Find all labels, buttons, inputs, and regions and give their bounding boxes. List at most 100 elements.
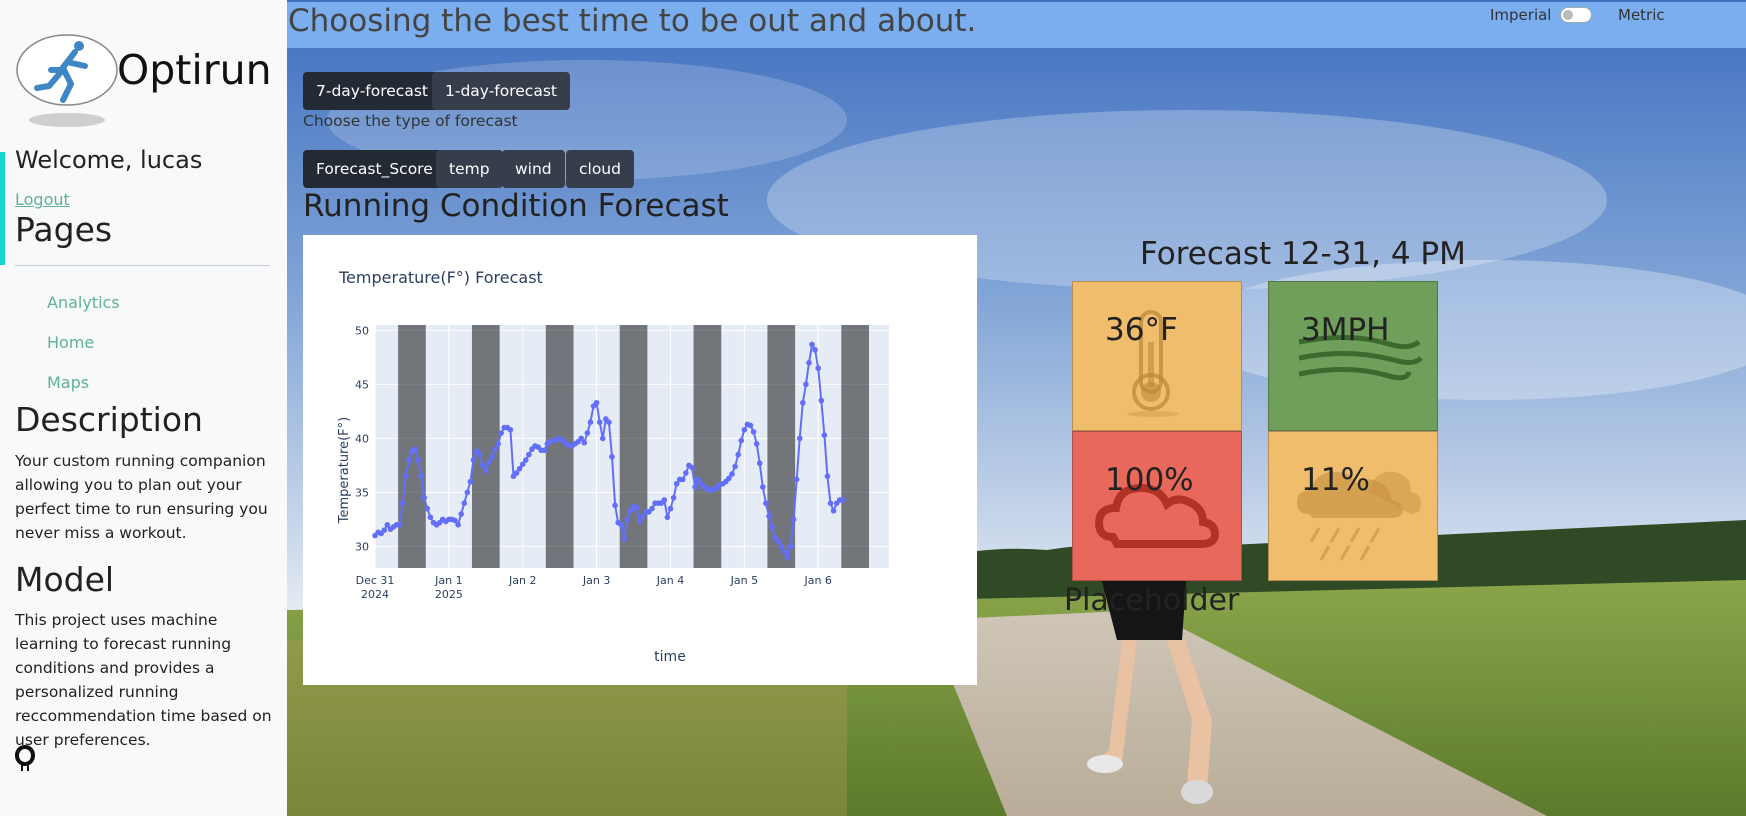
nav-item-maps[interactable]: Maps (47, 373, 89, 392)
sidebar: Optirun Welcome, lucas Logout Pages Anal… (0, 0, 288, 816)
data-point (806, 360, 812, 366)
data-point (489, 453, 495, 460)
data-point (661, 497, 668, 503)
units-toggle[interactable] (1560, 7, 1592, 23)
data-point (830, 507, 837, 514)
data-point (479, 462, 486, 469)
data-point (815, 365, 822, 371)
data-point (649, 505, 655, 512)
x-axis-label: time (654, 649, 686, 665)
logout-link[interactable]: Logout (15, 190, 70, 209)
data-point (840, 497, 846, 503)
data-point (467, 478, 474, 485)
data-point (507, 426, 514, 433)
data-point (818, 397, 825, 404)
data-point (753, 441, 760, 447)
app-title: Optirun (117, 46, 272, 94)
welcome-text: Welcome, lucas (15, 146, 203, 174)
data-point (418, 473, 424, 479)
data-point (689, 464, 695, 471)
data-point (747, 422, 754, 429)
one-day-forecast-button[interactable]: 1-day-forecast (432, 72, 570, 110)
data-point (763, 500, 769, 507)
night-band (693, 325, 722, 568)
y-axis-label: Temperature(F°) (337, 417, 352, 524)
data-point (402, 473, 409, 479)
runner-logo-icon (16, 34, 118, 127)
model-heading: Model (15, 560, 115, 599)
seven-day-forecast-button[interactable]: 7-day-forecast (303, 72, 441, 110)
x-tick-label: Jan 2 (508, 574, 536, 587)
temperature-tile: 36°F (1072, 281, 1242, 431)
placeholder-text: Placeholder (1064, 583, 1240, 618)
tab-forecast-score[interactable]: Forecast_Score (303, 150, 446, 188)
data-point (738, 437, 745, 444)
data-point (399, 500, 406, 507)
data-point (796, 435, 803, 442)
data-point (803, 381, 809, 388)
temperature-chart-card: Temperature(F°) Forecast 30 35 40 45 50 Dec 3… (303, 235, 977, 685)
data-point (584, 430, 591, 436)
temperature-chart[interactable]: 30 35 40 45 50 Dec 312024 Jan 12025 Jan 2 Jan 3 J… (303, 235, 977, 685)
tab-wind[interactable]: wind (502, 150, 565, 188)
x-tick-label: Jan 1 (434, 574, 462, 587)
data-point (741, 426, 748, 433)
data-point (633, 504, 640, 511)
description-heading: Description (15, 400, 203, 439)
data-point (778, 543, 785, 550)
data-point (458, 511, 464, 517)
data-point (812, 347, 818, 353)
section-heading: Running Condition Forecast (303, 188, 729, 224)
data-point (809, 341, 815, 348)
data-point (424, 505, 431, 512)
data-point (824, 473, 831, 479)
data-point (412, 446, 418, 452)
data-point (476, 451, 483, 458)
x-tick-label: Jan 6 (803, 574, 831, 587)
data-point (381, 527, 388, 533)
data-point (683, 470, 689, 476)
night-band (398, 325, 426, 568)
x-tick-label: Jan 3 (582, 574, 610, 587)
data-point (461, 500, 468, 507)
data-point (800, 399, 806, 406)
tab-temp[interactable]: temp (436, 150, 503, 188)
x-tick-label: Jan 4 (656, 574, 684, 587)
precipitation-value: 11% (1301, 462, 1370, 498)
wind-icon (1298, 335, 1423, 381)
data-point (621, 536, 628, 542)
description-text: Your custom running companion allowing y… (15, 452, 268, 542)
data-point (692, 484, 698, 490)
thermometer-icon (1127, 310, 1179, 417)
data-point (609, 453, 615, 460)
y-tick-label: 40 (355, 432, 369, 445)
wind-tile: 3MPH (1268, 281, 1438, 431)
data-point (735, 451, 741, 458)
data-point (624, 516, 631, 523)
data-point (793, 476, 800, 483)
cloud-icon (1094, 483, 1220, 548)
github-icon[interactable] (14, 744, 36, 772)
data-point (766, 513, 772, 519)
y-tick-label: 50 (355, 324, 369, 337)
nav-item-analytics[interactable]: Analytics (47, 293, 120, 312)
tab-cloud[interactable]: cloud (566, 150, 634, 188)
data-point (541, 447, 548, 454)
data-point (470, 457, 477, 463)
main-content: Choosing the best time to be out and abo… (287, 0, 1746, 816)
data-point (406, 457, 412, 463)
sidebar-accent-bar (0, 152, 5, 265)
data-point (784, 554, 791, 560)
data-point (495, 441, 501, 447)
data-point (492, 446, 498, 452)
data-point (526, 451, 532, 458)
model-text: This project uses machine learning to fo… (15, 611, 272, 749)
data-point (821, 432, 828, 438)
data-point (486, 459, 492, 465)
data-point (427, 514, 434, 521)
data-point (599, 435, 606, 442)
y-tick-label: 30 (355, 540, 369, 553)
nav-item-home[interactable]: Home (47, 333, 94, 352)
precipitation-tile: 11% (1268, 431, 1438, 581)
data-point (679, 476, 686, 483)
